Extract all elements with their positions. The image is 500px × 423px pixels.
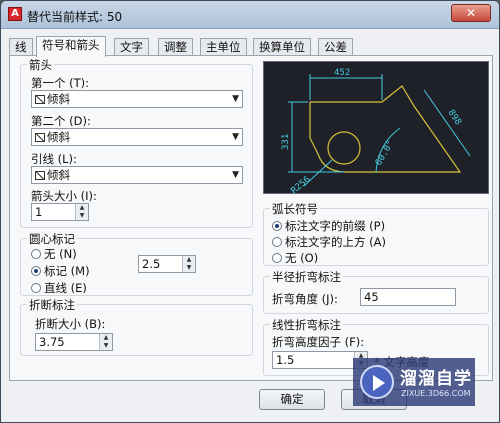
radio-icon — [272, 253, 282, 263]
radio-icon — [31, 249, 41, 259]
radius-jog-title: 半径折弯标注 — [270, 269, 343, 285]
jog-angle-input[interactable]: 45 — [360, 288, 456, 306]
arrowheads-group-title: 箭头 — [27, 57, 54, 73]
preview-dim-angle-text: 60.0° — [374, 139, 396, 167]
preview-dim-left-text: 331 — [281, 134, 291, 150]
break-size-value: 3.75 — [39, 335, 65, 349]
arrow-size-value: 1 — [35, 205, 43, 219]
radio-selected-icon — [272, 221, 282, 231]
tab-panel: 箭头 第一个 (T): 倾斜 ▼ 第二个 (D): 倾斜 ▼ 引线 (L): 倾… — [9, 55, 493, 381]
radius-jog-group: 半径折弯标注 折弯角度 (J): 45 — [263, 269, 489, 314]
second-arrow-label: 第二个 (D): — [31, 114, 91, 128]
chevron-down-icon: ▼ — [232, 94, 239, 104]
watermark-logo: 溜溜自学 ZIXUE.3D66.COM — [353, 358, 475, 406]
center-mark-size-input[interactable]: 2.5 ▲ ▼ — [138, 255, 196, 273]
first-arrow-value: 倾斜 — [47, 92, 70, 106]
radio-icon — [31, 283, 41, 293]
title-bar[interactable]: A 替代当前样式: 50 ✕ — [1, 1, 499, 29]
center-mark-none-label: 无 (N) — [44, 247, 77, 261]
jog-height-value: 1.5 — [276, 353, 295, 367]
first-arrow-select[interactable]: 倾斜 ▼ — [31, 90, 243, 108]
dialog-window: A 替代当前样式: 50 ✕ 线 符号和箭头 文字 调整 主单位 换算单位 公差… — [0, 0, 500, 423]
break-size-input[interactable]: 3.75 ▲ ▼ — [35, 333, 113, 351]
jog-height-label: 折弯高度因子 (F): — [272, 335, 365, 349]
dim-break-title: 折断标注 — [27, 297, 77, 313]
radio-selected-icon — [31, 266, 41, 276]
center-mark-mark-label: 标记 (M) — [44, 264, 90, 278]
center-marks-title: 圆心标记 — [27, 231, 77, 247]
leader-arrow-value: 倾斜 — [47, 168, 70, 182]
arrow-size-input[interactable]: 1 ▲ ▼ — [31, 203, 89, 221]
preview-dim-top-text: 452 — [334, 68, 350, 78]
second-arrow-value: 倾斜 — [47, 130, 70, 144]
jog-angle-value: 45 — [364, 290, 379, 304]
arc-none-radio[interactable]: 无 (O) — [272, 250, 319, 265]
first-arrow-label: 第一个 (T): — [31, 76, 90, 90]
center-mark-line-radio[interactable]: 直线 (E) — [31, 280, 87, 295]
center-marks-group: 圆心标记 无 (N) 标记 (M) 直线 (E) 2.5 ▲ ▼ — [20, 231, 253, 296]
leader-arrow-label: 引线 (L): — [31, 152, 77, 166]
oblique-arrow-icon — [35, 95, 45, 104]
center-mark-size-spinner[interactable]: ▲ ▼ — [182, 256, 195, 272]
arc-none-label: 无 (O) — [285, 251, 319, 265]
center-mark-mark-radio[interactable]: 标记 (M) — [31, 263, 90, 278]
center-mark-none-radio[interactable]: 无 (N) — [31, 246, 77, 261]
dimension-preview: 452 331 898 60.0° R256 — [263, 61, 489, 196]
tab-text[interactable]: 文字 — [114, 38, 149, 56]
arc-length-group: 弧长符号 标注文字的前缀 (P) 标注文字的上方 (A) 无 (O) — [263, 201, 489, 266]
second-arrow-select[interactable]: 倾斜 ▼ — [31, 128, 243, 146]
center-mark-size-value: 2.5 — [142, 257, 161, 271]
arrow-size-spinner[interactable]: ▲ ▼ — [75, 204, 88, 220]
preview-drawing: 452 331 898 60.0° R256 — [281, 68, 471, 196]
arc-above-radio[interactable]: 标注文字的上方 (A) — [272, 234, 386, 249]
oblique-arrow-icon — [35, 133, 45, 142]
chevron-down-icon: ▼ — [232, 132, 239, 142]
leader-arrow-select[interactable]: 倾斜 ▼ — [31, 166, 243, 184]
tab-tolerances[interactable]: 公差 — [318, 38, 353, 56]
arc-length-title: 弧长符号 — [270, 201, 320, 217]
arrowheads-group: 箭头 第一个 (T): 倾斜 ▼ 第二个 (D): 倾斜 ▼ 引线 (L): 倾… — [20, 57, 253, 228]
radio-icon — [272, 237, 282, 247]
linear-jog-title: 线性折弯标注 — [270, 317, 343, 333]
tab-symbols-arrows[interactable]: 符号和箭头 — [36, 36, 106, 57]
preview-dim-line-slant — [423, 89, 471, 157]
arrow-size-label: 箭头大小 (I): — [31, 189, 97, 203]
jog-angle-label: 折弯角度 (J): — [272, 292, 338, 306]
chevron-down-icon: ▼ — [232, 170, 239, 180]
play-icon — [360, 365, 394, 399]
tab-fit[interactable]: 调整 — [158, 38, 193, 56]
preview-hole — [327, 131, 361, 165]
center-mark-line-label: 直线 (E) — [44, 281, 87, 295]
break-size-spinner[interactable]: ▲ ▼ — [99, 334, 112, 350]
preview-dim-radius-text: R256 — [290, 175, 313, 195]
window-title: 替代当前样式: 50 — [27, 10, 123, 24]
watermark-subtitle: ZIXUE.3D66.COM — [401, 389, 471, 398]
break-size-label: 折断大小 (B): — [35, 317, 106, 331]
tab-primary-units[interactable]: 主单位 — [200, 38, 247, 56]
close-button[interactable]: ✕ — [451, 4, 491, 22]
oblique-arrow-icon — [35, 171, 45, 180]
arc-prefix-label: 标注文字的前缀 (P) — [285, 219, 386, 233]
tab-alternate-units[interactable]: 换算单位 — [253, 38, 311, 56]
tab-lines[interactable]: 线 — [9, 38, 33, 56]
ok-button[interactable]: 确定 — [259, 389, 325, 410]
dim-break-group: 折断标注 折断大小 (B): 3.75 ▲ ▼ — [20, 297, 253, 356]
arc-above-label: 标注文字的上方 (A) — [285, 235, 386, 249]
arc-prefix-radio[interactable]: 标注文字的前缀 (P) — [272, 218, 386, 233]
autocad-icon: A — [8, 7, 22, 21]
watermark-title: 溜溜自学 — [400, 369, 472, 389]
